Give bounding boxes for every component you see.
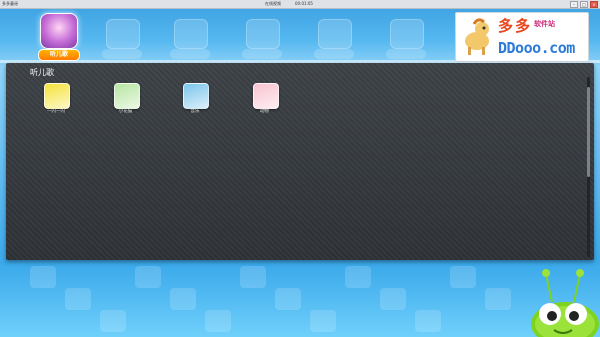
song-caption: 动物	[260, 109, 269, 114]
reflection-tile	[310, 310, 336, 332]
nav-item-3[interactable]	[168, 13, 212, 59]
reflection-tile	[30, 266, 56, 288]
minimize-button[interactable]: –	[570, 1, 578, 8]
reflection-tile	[135, 266, 161, 288]
nav-item-5[interactable]	[312, 13, 356, 59]
scrollbar-thumb[interactable]	[587, 87, 590, 177]
reflection-tile	[240, 266, 266, 288]
reflection-tile	[205, 310, 231, 332]
song-thumbnail[interactable]	[44, 83, 70, 109]
reflection-tile	[415, 310, 441, 332]
song-tile[interactable]: 一闪一闪	[30, 83, 82, 127]
vertical-scrollbar[interactable]	[587, 77, 590, 257]
nav-item-2[interactable]	[100, 13, 144, 59]
song-tile[interactable]: 动物	[239, 83, 291, 127]
reflection-tile	[275, 288, 301, 310]
song-caption: 小花猫	[118, 109, 133, 114]
reflection-tile	[100, 310, 126, 332]
logo-cn-text: 多多	[498, 17, 533, 35]
reflection-tile	[380, 288, 406, 310]
app-title: 多多童谣	[2, 1, 18, 6]
reflection-tile	[170, 288, 196, 310]
reflection-tile	[450, 266, 476, 288]
song-thumbnail[interactable]	[113, 83, 140, 109]
logo-sub-text: 软件站	[534, 20, 555, 28]
song-panel: 听儿歌 一闪一闪 小花猫 音乐 动物	[6, 63, 594, 260]
caterpillar-mascot-icon	[531, 269, 599, 337]
song-caption: 一闪一闪	[47, 109, 65, 114]
video-icon	[106, 19, 140, 49]
song-tile[interactable]: 音乐	[169, 83, 221, 127]
horse-mascot-icon	[465, 18, 489, 55]
nav-item-4[interactable]	[240, 13, 284, 59]
song-caption: 音乐	[190, 109, 200, 114]
blackboard-icon	[246, 19, 280, 49]
music-icon	[390, 19, 424, 49]
cartoon-girl-icon	[40, 13, 78, 49]
site-logo: 多多 软件站 DDooo.com	[455, 12, 589, 62]
reflection-tile	[65, 288, 91, 310]
title-bar: 多多童谣 在线视频 00:01:05 – □ ×	[0, 0, 600, 9]
game-icon	[318, 19, 352, 49]
reflection-tile	[345, 266, 371, 288]
nav-listen-songs[interactable]: 听儿歌	[36, 13, 80, 61]
window-caption: 在线视频	[265, 1, 281, 6]
close-button[interactable]: ×	[590, 1, 598, 8]
nav-item-6[interactable]	[384, 13, 428, 59]
song-tile[interactable]: 小花猫	[100, 83, 152, 127]
song-thumbnail[interactable]	[252, 83, 279, 109]
book-icon	[174, 19, 208, 49]
reflection-tile	[485, 288, 511, 310]
window-controls: – □ ×	[570, 1, 598, 8]
category-nav: 听儿歌	[0, 9, 440, 63]
clock-text: 00:01:05	[295, 1, 313, 6]
maximize-button[interactable]: □	[580, 1, 588, 8]
song-thumbnail[interactable]	[183, 83, 209, 109]
logo-en-text: DDooo.com	[498, 39, 575, 57]
panel-title: 听儿歌	[30, 68, 54, 77]
